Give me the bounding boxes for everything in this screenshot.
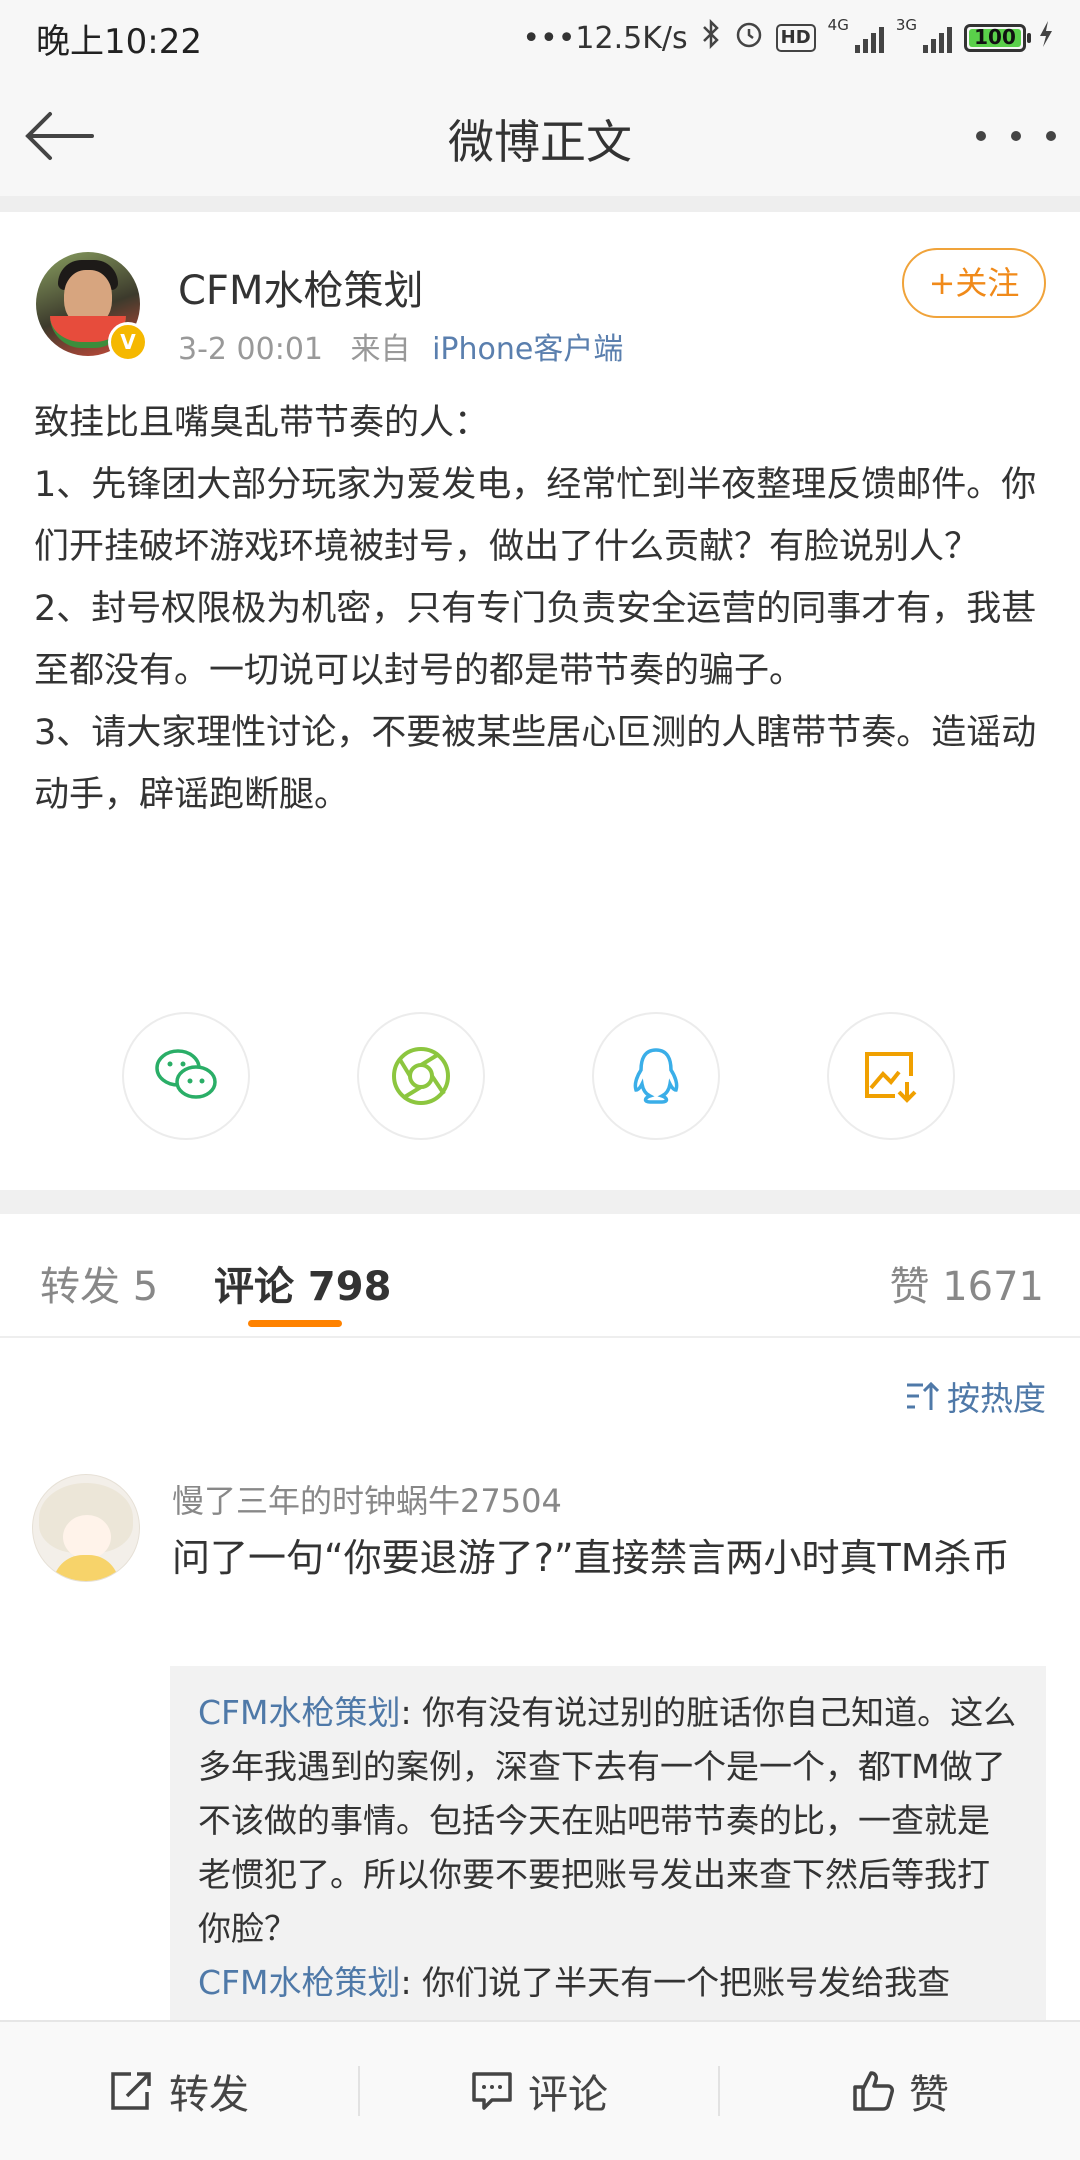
- reply-text: : 你们说了半天有一个把账号发给我查: [400, 1963, 951, 2002]
- sort-label: 按热度: [947, 1379, 1046, 1418]
- comment-button[interactable]: 评论: [360, 2022, 718, 2160]
- commenter-avatar[interactable]: [32, 1474, 140, 1582]
- thumbs-up-icon: [853, 2071, 894, 2111]
- post-paragraph: 1、先锋团大部分玩家为爱发电，经常忙到半夜整理反馈邮件。你们开挂破坏游戏环境被封…: [34, 465, 1037, 567]
- battery-level: 100: [974, 25, 1016, 49]
- repost-icon: [111, 2072, 151, 2110]
- like-label: 赞: [909, 2072, 949, 2118]
- post-source[interactable]: iPhone客户端: [432, 332, 623, 367]
- tab-like[interactable]: 赞 1671: [889, 1254, 1044, 1312]
- follow-button[interactable]: +关注: [902, 248, 1046, 318]
- bluetooth-icon: [700, 18, 722, 57]
- tabs-bar: 转发 5 评论 798 赞 1671: [0, 1214, 1080, 1338]
- author-name[interactable]: CFM水枪策划: [178, 258, 423, 316]
- repost-label: 转发: [169, 2072, 249, 2118]
- post-timestamp: 3-2 00:01: [178, 332, 323, 367]
- wechat-icon: [155, 1049, 217, 1099]
- more-dot-icon: [1011, 131, 1021, 141]
- share-wechat-button[interactable]: [122, 1012, 250, 1140]
- post-paragraph: 致挂比且嘴臭乱带节奏的人：: [34, 403, 490, 443]
- network-speed: •••12.5K/s: [522, 20, 688, 56]
- network-type-1: 4G: [827, 16, 849, 34]
- nav-bar: 微博正文: [0, 76, 1080, 196]
- repost-button[interactable]: 转发: [0, 2022, 358, 2160]
- status-indicators: •••12.5K/s HD 4G 3G 100: [522, 16, 1054, 60]
- save-image-icon: [865, 1052, 917, 1103]
- sort-button[interactable]: 按热度: [905, 1372, 1046, 1420]
- status-bar: 晚上10:22 •••12.5K/s HD 4G 3G 100: [0, 0, 1080, 76]
- moments-icon: [392, 1047, 450, 1105]
- battery-icon: 100: [964, 24, 1031, 52]
- tab-repost[interactable]: 转发 5: [40, 1254, 158, 1312]
- share-row: [0, 1010, 1080, 1150]
- alarm-icon: [734, 19, 764, 57]
- status-time: 晚上10:22: [36, 22, 202, 62]
- charging-icon: [1038, 20, 1054, 56]
- share-moments-button[interactable]: [357, 1012, 485, 1140]
- reply-item: CFM水枪策划: 你们说了半天有一个把账号发给我查: [170, 1956, 1046, 2010]
- divider: [0, 1190, 1080, 1214]
- save-image-button[interactable]: [827, 1012, 955, 1140]
- more-dot-icon: [1046, 131, 1056, 141]
- more-button[interactable]: [976, 116, 1056, 156]
- comment-label: 评论: [528, 2072, 608, 2118]
- bottom-action-bar: 转发 评论 赞: [0, 2020, 1080, 2160]
- reply-box[interactable]: CFM水枪策划: 你有没有说过别的脏话你自己知道。这么多年我遇到的案例，深查下去…: [170, 1666, 1046, 2046]
- tab-comment[interactable]: 评论 798: [214, 1254, 391, 1312]
- post-meta: 3-2 00:01 来自 iPhone客户端: [178, 324, 623, 368]
- reply-author[interactable]: CFM水枪策划: [198, 1963, 401, 2002]
- comment-icon: [472, 2072, 512, 2110]
- post-paragraph: 2、封号权限极为机密，只有专门负责安全运营的同事才有，我甚至都没有。一切说可以封…: [34, 589, 1037, 691]
- post-header: V CFM水枪策划 3-2 00:01 来自 iPhone客户端 +关注: [0, 212, 1080, 372]
- post-paragraph: 3、请大家理性讨论，不要被某些居心叵测的人瞎带节奏。造谣动动手，辟谣跑断腿。: [34, 713, 1037, 815]
- sort-icon: [907, 1381, 939, 1410]
- post-body: 致挂比且嘴臭乱带节奏的人： 1、先锋团大部分玩家为爱发电，经常忙到半夜整理反馈邮…: [34, 392, 1044, 826]
- comment-text: 问了一句“你要退游了?”直接禁言两小时真TM杀币: [172, 1536, 1010, 1580]
- hd-icon: HD: [775, 24, 816, 52]
- commenter-name[interactable]: 慢了三年的时钟蜗牛27504: [172, 1476, 562, 1522]
- share-qq-button[interactable]: [592, 1012, 720, 1140]
- signal-icon: [854, 23, 884, 53]
- divider: [0, 196, 1080, 212]
- reply-item: CFM水枪策划: 你有没有说过别的脏话你自己知道。这么多年我遇到的案例，深查下去…: [170, 1666, 1046, 1956]
- signal-icon-2: [923, 23, 952, 53]
- verified-badge-icon: V: [108, 322, 148, 362]
- more-dot-icon: [976, 131, 986, 141]
- network-type-2: 3G: [895, 16, 917, 34]
- reply-author[interactable]: CFM水枪策划: [198, 1693, 401, 1732]
- source-prefix: 来自: [350, 332, 411, 367]
- qq-icon: [633, 1048, 679, 1104]
- like-button[interactable]: 赞: [720, 2022, 1080, 2160]
- active-tab-indicator: [248, 1320, 342, 1327]
- page-title: 微博正文: [448, 115, 632, 169]
